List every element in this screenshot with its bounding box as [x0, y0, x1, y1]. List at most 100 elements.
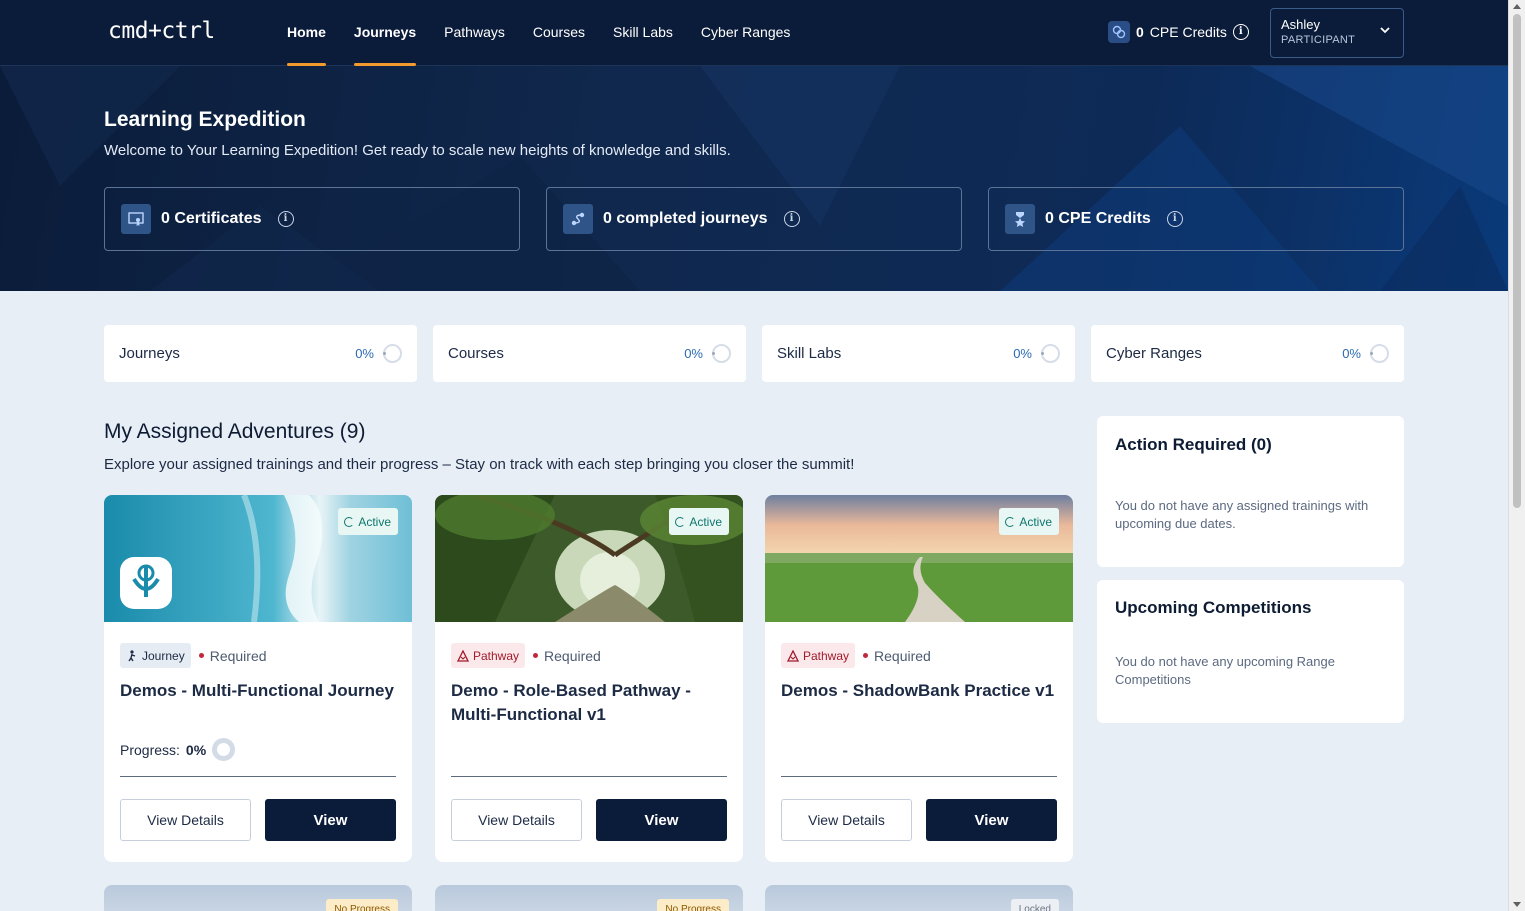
progress-ring-icon: [712, 344, 731, 363]
view-details-button[interactable]: View Details: [781, 799, 912, 841]
panel-empty-text: You do not have any assigned trainings w…: [1115, 498, 1369, 531]
tile-percent: 0%: [355, 346, 374, 361]
main-nav: Home Journeys Pathways Courses Skill Lab…: [287, 0, 790, 66]
tile-label: Courses: [448, 345, 504, 362]
nav-journeys[interactable]: Journeys: [353, 0, 417, 66]
hero-background-pattern: [0, 66, 1508, 291]
nav-skill-labs[interactable]: Skill Labs: [613, 0, 673, 66]
tile-percent: 0%: [1342, 346, 1361, 361]
progress-ring-icon: [1370, 344, 1389, 363]
required-label: Required: [209, 647, 267, 664]
page-title: Learning Expedition: [104, 108, 306, 131]
user-name: Ashley: [1281, 17, 1321, 32]
adventure-card: Active Pathway Required Demos - ShadowBa…: [765, 495, 1073, 862]
award-ribbon-icon: [1005, 204, 1035, 234]
stat-completed-journeys: 0 completed journeys i: [546, 187, 962, 251]
action-required-panel: Action Required (0) You do not have any …: [1097, 416, 1404, 567]
type-tag: Journey: [120, 643, 191, 668]
upcoming-competitions-panel: Upcoming Competitions You do not have an…: [1097, 580, 1404, 723]
status-badge: Locked: [1010, 899, 1059, 911]
panel-title: Action Required (0): [1115, 435, 1272, 454]
status-badge: No Progress: [657, 899, 729, 911]
info-icon[interactable]: i: [783, 211, 800, 227]
hiker-icon: [128, 649, 136, 661]
status-label: Active: [689, 514, 722, 529]
user-menu[interactable]: Ashley PARTICIPANT: [1270, 8, 1404, 58]
tile-percent: 0%: [1013, 346, 1032, 361]
type-label: Journey: [142, 648, 185, 663]
required-dot-icon: [198, 653, 204, 658]
stat-cpe-credits: 0 CPE Credits i: [988, 187, 1404, 251]
stat-journeys-label: 0 completed journeys: [603, 210, 768, 227]
stat-certificates-label: 0 Certificates: [161, 210, 262, 227]
cpe-credits-indicator: 0 CPE Credits i: [1108, 21, 1249, 43]
adventure-card-partial[interactable]: Locked: [765, 885, 1073, 911]
brand-logo[interactable]: cmd+ctrl: [108, 18, 215, 44]
nav-courses[interactable]: Courses: [533, 0, 585, 66]
tile-label: Skill Labs: [777, 345, 842, 362]
cpe-coins-icon: [1108, 21, 1130, 43]
progress-label: Progress:: [120, 741, 180, 758]
top-navbar: cmd+ctrl Home Journeys Pathways Courses …: [0, 0, 1508, 66]
page-scrollbar[interactable]: [1508, 0, 1525, 911]
panel-empty-text: You do not have any upcoming Range Compe…: [1115, 654, 1335, 687]
tile-label: Journeys: [119, 345, 180, 362]
scroll-down-arrow-icon[interactable]: [1513, 902, 1521, 907]
progress-tile-courses[interactable]: Courses 0%: [433, 325, 746, 382]
nav-cyber-ranges[interactable]: Cyber Ranges: [701, 0, 791, 66]
status-badge: Active: [669, 508, 729, 535]
status-badge: No Progress: [326, 899, 398, 911]
view-button[interactable]: View: [265, 799, 396, 841]
hero-banner: Learning Expedition Welcome to Your Lear…: [0, 66, 1508, 291]
user-role: PARTICIPANT: [1281, 34, 1356, 46]
section-subtitle: Explore your assigned trainings and thei…: [104, 456, 855, 473]
type-tag: Pathway: [451, 643, 526, 668]
progress-value: 0%: [185, 741, 207, 758]
view-details-button[interactable]: View Details: [120, 799, 251, 841]
stat-cpe-label: 0 CPE Credits: [1045, 210, 1151, 227]
adventure-card-partial[interactable]: No Progress: [435, 885, 743, 911]
progress-tile-cyber-ranges[interactable]: Cyber Ranges 0%: [1091, 325, 1404, 382]
divider: [120, 776, 396, 777]
view-button[interactable]: View: [596, 799, 727, 841]
cpe-credits-value: 0: [1136, 24, 1144, 40]
card-title: Demos - ShadowBank Practice v1: [781, 681, 1055, 700]
progress-tile-journeys[interactable]: Journeys 0%: [104, 325, 417, 382]
card-title: Demo - Role-Based Pathway - Multi-Functi…: [451, 681, 691, 724]
type-label: Pathway: [803, 648, 850, 663]
view-details-button[interactable]: View Details: [451, 799, 582, 841]
progress-ring-icon: [1041, 344, 1060, 363]
scroll-up-arrow-icon[interactable]: [1513, 4, 1521, 9]
required-dot-icon: [533, 653, 539, 658]
info-icon[interactable]: i: [277, 211, 294, 227]
status-badge: Active: [999, 508, 1059, 535]
info-icon[interactable]: i: [1232, 24, 1249, 40]
journey-path-icon: [563, 204, 593, 234]
type-tag: Pathway: [781, 643, 856, 668]
nav-pathways[interactable]: Pathways: [444, 0, 505, 66]
adventure-card: Active Pathway Required Demo - Role-Base…: [435, 495, 743, 862]
panel-title: Upcoming Competitions: [1115, 598, 1312, 617]
progress-ring-icon: [212, 738, 236, 761]
required-indicator: Required: [198, 647, 267, 664]
view-button[interactable]: View: [926, 799, 1057, 841]
nav-home[interactable]: Home: [287, 0, 326, 66]
info-icon[interactable]: i: [1166, 211, 1183, 227]
status-label: Active: [1019, 514, 1052, 529]
scroll-thumb[interactable]: [1513, 14, 1521, 508]
refresh-icon: [344, 516, 355, 527]
progress-tile-skill-labs[interactable]: Skill Labs 0%: [762, 325, 1075, 382]
divider: [781, 776, 1057, 777]
progress-ring-icon: [383, 344, 402, 363]
card-title: Demos - Multi-Functional Journey: [120, 681, 394, 700]
required-label: Required: [544, 647, 601, 664]
certificate-icon: [121, 204, 151, 234]
tile-label: Cyber Ranges: [1106, 345, 1202, 362]
section-title: My Assigned Adventures (9): [104, 420, 366, 443]
required-dot-icon: [863, 653, 869, 658]
type-label: Pathway: [473, 648, 520, 663]
card-progress: Progress: 0%: [120, 738, 236, 761]
chevron-down-icon: [1380, 27, 1390, 34]
cpe-credits-label: CPE Credits: [1149, 24, 1227, 40]
adventure-card-partial[interactable]: No Progress: [104, 885, 412, 911]
